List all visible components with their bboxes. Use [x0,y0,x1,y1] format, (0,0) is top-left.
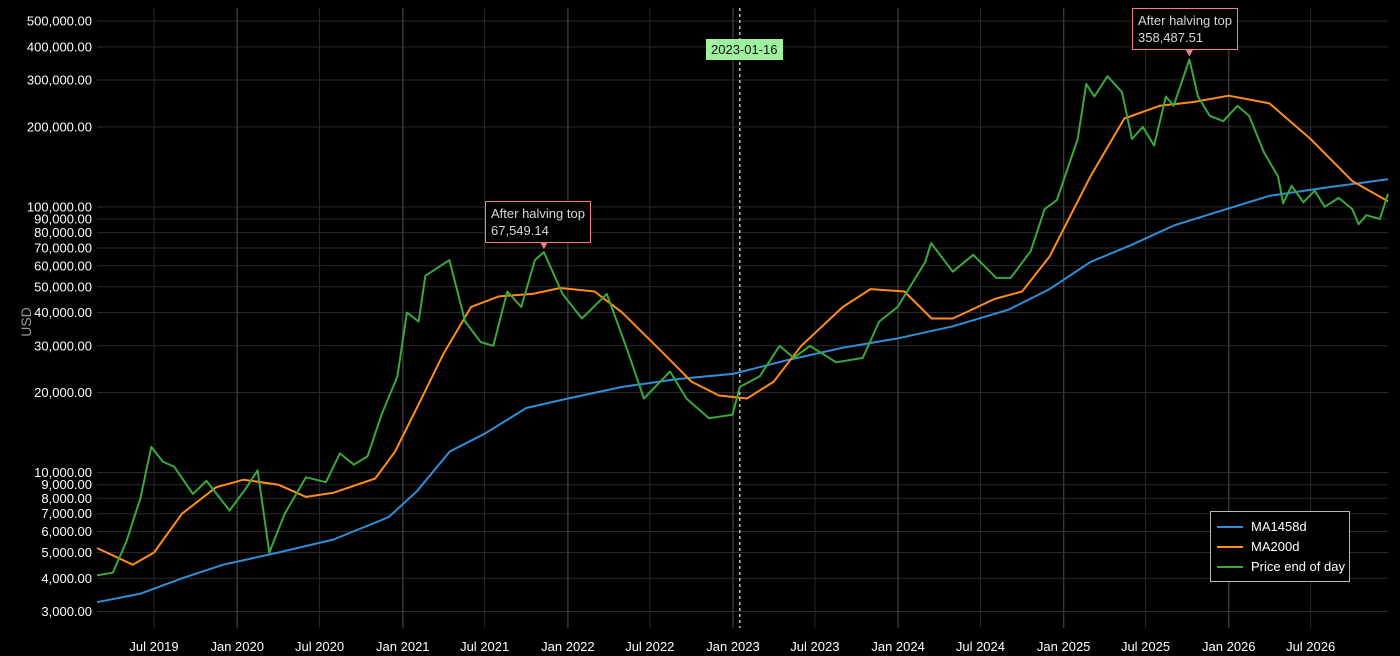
y-tick-label: 60,000.00 [34,258,92,273]
y-tick-label: 5,000.00 [41,545,92,560]
y-tick-label: 3,000.00 [41,604,92,619]
legend-label-ma200d: MA200d [1251,539,1300,554]
x-tick-label: Jan 2024 [871,639,925,654]
legend-item-ma200d[interactable]: MA200d [1217,539,1299,554]
x-tick-label: Jul 2019 [129,639,178,654]
x-tick-label: Jan 2021 [376,639,430,654]
y-tick-label: 6,000.00 [41,524,92,539]
legend: MA1458d MA200d Price end of day [1210,511,1350,582]
legend-item-ma1458d[interactable]: MA1458d [1217,519,1307,534]
annotation-2021: After halving top 67,549.14 [485,201,591,243]
legend-label-ma1458d: MA1458d [1251,519,1307,534]
annotation-2025: After halving top 358,487.51 [1132,8,1238,50]
y-tick-label: 20,000.00 [34,385,92,400]
x-tick-label: Jul 2022 [625,639,674,654]
x-tick-label: Jan 2026 [1202,639,1256,654]
legend-label-price: Price end of day [1251,559,1345,574]
legend-item-price[interactable]: Price end of day [1217,559,1345,574]
annotation-2021-title: After halving top [491,206,585,221]
x-tick-label: Jul 2024 [956,639,1005,654]
chart: 3,000.00 4,000.00 5,000.00 6,000.00 7,000.00… [18,8,1389,654]
annotation-2025-value: 358,487.51 [1138,30,1204,45]
y-tick-label: 8,000.00 [41,491,92,506]
legend-swatch-price [1217,565,1243,568]
legend-swatch-ma200d [1217,545,1243,548]
annotation-2021-value: 67,549.14 [491,223,549,238]
y-tick-label: 200,000.00 [27,119,92,134]
ma200d-line [96,94,1389,566]
x-tick-label: Jul 2023 [790,639,839,654]
y-tick-label: 30,000.00 [34,338,92,353]
y-tick-label: 100,000.00 [27,199,92,214]
x-tick-label: Jul 2025 [1121,639,1170,654]
x-axis-ticks: Jul 2019 Jan 2020 Jul 2020 Jan 2021 Jul 2021… [129,639,1335,654]
y-tick-label: 50,000.00 [34,279,92,294]
series-lines [96,58,1389,604]
x-tick-label: Jan 2020 [210,639,264,654]
y-tick-label: 4,000.00 [41,571,92,586]
y-tick-label: 7,000.00 [41,506,92,521]
y-tick-label: 80,000.00 [34,225,92,240]
y-tick-label: 400,000.00 [27,39,92,54]
y-tick-label: 10,000.00 [34,465,92,480]
legend-swatch-ma1458d [1217,525,1243,528]
date-marker-label: 2023-01-16 [706,39,783,60]
y-tick-label: 500,000.00 [27,14,92,29]
y-axis-ticks: 3,000.00 4,000.00 5,000.00 6,000.00 7,000.00… [27,14,92,619]
y-axis-title: USD [18,307,34,337]
x-tick-label: Jul 2026 [1286,639,1335,654]
y-tick-label: 300,000.00 [27,73,92,88]
x-tick-label: Jan 2022 [541,639,595,654]
x-tick-label: Jan 2025 [1037,639,1091,654]
y-tick-label: 40,000.00 [34,305,92,320]
annotation-2025-title: After halving top [1138,13,1232,28]
y-tick-label: 70,000.00 [34,240,92,255]
x-tick-label: Jan 2023 [706,639,760,654]
x-tick-label: Jul 2021 [460,639,509,654]
ma1458d-line [96,178,1389,604]
x-tick-label: Jul 2020 [295,639,344,654]
